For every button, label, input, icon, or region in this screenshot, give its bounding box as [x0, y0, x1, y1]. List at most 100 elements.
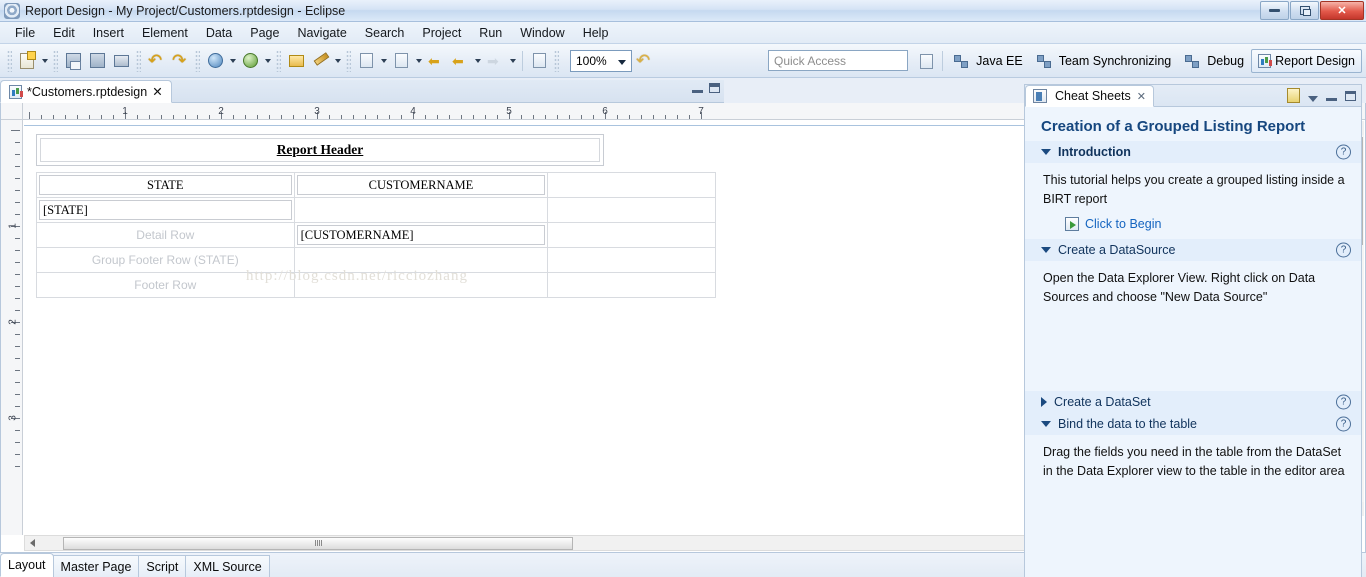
save-all-icon[interactable] — [86, 50, 108, 72]
print-icon[interactable] — [110, 50, 132, 72]
table-cell[interactable] — [547, 197, 716, 223]
open-resource-icon[interactable] — [285, 50, 307, 72]
menu-element[interactable]: Element — [133, 24, 197, 42]
preview-web-viewer-icon[interactable] — [204, 50, 226, 72]
table-cell[interactable] — [547, 247, 716, 273]
close-button[interactable]: ✕ — [1320, 1, 1364, 20]
minimize-button[interactable] — [1260, 1, 1289, 20]
highlight-dropdown-icon[interactable] — [332, 50, 343, 72]
menu-run[interactable]: Run — [470, 24, 511, 42]
cheat-sheet-section-introduction[interactable]: Introduction? — [1025, 141, 1361, 163]
new-report-dropdown-icon[interactable] — [378, 50, 389, 72]
cheat-sheet-section-create-a-dataset[interactable]: Create a DataSet? — [1025, 391, 1361, 413]
back-icon[interactable] — [425, 50, 447, 72]
toolbar-grip[interactable] — [195, 49, 200, 72]
open-perspective-icon[interactable] — [915, 50, 937, 72]
menu-navigate[interactable]: Navigate — [288, 24, 355, 42]
help-icon[interactable]: ? — [1336, 394, 1351, 410]
toolbar-grip[interactable] — [7, 49, 12, 72]
edit-highlight-icon[interactable] — [309, 50, 331, 72]
toolbar-grip[interactable] — [136, 49, 141, 72]
scrollbar-thumb[interactable] — [63, 536, 573, 550]
chevron-right-icon[interactable] — [1041, 397, 1047, 407]
menu-help[interactable]: Help — [574, 24, 618, 42]
preview-dropdown-icon[interactable] — [227, 50, 238, 72]
menu-project[interactable]: Project — [413, 24, 470, 42]
report-table[interactable]: STATE CUSTOMERNAME [STATE] Detail Row [C… — [36, 172, 716, 298]
save-icon[interactable] — [62, 50, 84, 72]
report-header-cell[interactable]: Report Header — [36, 134, 604, 166]
table-cell[interactable]: [CUSTOMERNAME] — [296, 225, 546, 245]
redo-icon[interactable] — [169, 50, 191, 72]
maximize-editor-icon[interactable] — [709, 83, 720, 93]
menu-insert[interactable]: Insert — [84, 24, 133, 42]
chevron-down-icon[interactable] — [1041, 247, 1051, 253]
cheat-sheets-body[interactable]: Creation of a Grouped Listing Report Int… — [1025, 108, 1361, 577]
perspective-debug[interactable]: Debug — [1178, 49, 1251, 73]
scroll-left-icon[interactable] — [25, 536, 39, 550]
tab-customers-rptdesign[interactable]: *Customers.rptdesign ✕ — [0, 80, 172, 103]
table-row[interactable]: STATE CUSTOMERNAME — [36, 172, 716, 198]
cheat-sheet-section-create-a-datasource[interactable]: Create a DataSource? — [1025, 239, 1361, 261]
new-editor-icon[interactable] — [528, 50, 550, 72]
table-row[interactable]: [STATE] — [36, 197, 716, 223]
table-cell[interactable] — [293, 197, 549, 223]
forward-dropdown-icon[interactable] — [507, 50, 518, 72]
click-to-begin-link[interactable]: Click to Begin — [1085, 217, 1161, 231]
close-icon[interactable]: ✕ — [1137, 90, 1146, 103]
backward-history-icon[interactable] — [449, 50, 471, 72]
run-report-icon[interactable] — [239, 50, 261, 72]
run-dropdown-icon[interactable] — [262, 50, 273, 72]
undo-icon[interactable] — [145, 50, 167, 72]
help-icon[interactable]: ? — [1336, 416, 1351, 432]
toolbar-grip[interactable] — [554, 49, 559, 72]
minimize-editor-icon[interactable] — [692, 90, 703, 93]
table-row[interactable]: Detail Row [CUSTOMERNAME] — [36, 222, 716, 248]
zoom-combo[interactable]: 100% — [570, 49, 632, 72]
vertical-ruler[interactable]: 1 2 3 — [1, 120, 23, 535]
chevron-down-icon[interactable] — [1041, 149, 1051, 155]
menu-search[interactable]: Search — [356, 24, 414, 42]
perspective-report-design[interactable]: Report Design — [1251, 49, 1362, 73]
menu-file[interactable]: File — [6, 24, 44, 42]
backward-dropdown-icon[interactable] — [472, 50, 483, 72]
quick-access-input[interactable]: Quick Access — [768, 50, 908, 71]
view-menu-icon[interactable] — [1308, 95, 1318, 102]
toolbar-grip[interactable] — [276, 49, 281, 72]
menu-window[interactable]: Window — [511, 24, 573, 42]
new-report-icon[interactable] — [355, 50, 377, 72]
cheat-sheet-section-bind-the-data-to-the-table[interactable]: Bind the data to the table? — [1025, 413, 1361, 435]
tab-master-page[interactable]: Master Page — [52, 555, 140, 577]
choose-cheat-sheet-icon[interactable] — [1287, 88, 1300, 103]
table-cell[interactable] — [293, 272, 549, 298]
new-wizard-icon[interactable] — [16, 50, 38, 72]
table-row[interactable]: Group Footer Row (STATE) — [36, 247, 716, 273]
restore-button[interactable] — [1290, 1, 1319, 20]
menu-page[interactable]: Page — [241, 24, 288, 42]
help-icon[interactable]: ? — [1336, 144, 1351, 160]
close-icon[interactable]: ✕ — [152, 84, 162, 99]
table-cell[interactable] — [293, 247, 549, 273]
new-wizard-dropdown-icon[interactable] — [39, 50, 50, 72]
new-template-dropdown-icon[interactable] — [413, 50, 424, 72]
forward-history-icon[interactable] — [484, 50, 506, 72]
table-cell[interactable]: [STATE] — [39, 200, 292, 220]
help-icon[interactable]: ? — [1336, 242, 1351, 258]
chevron-down-icon[interactable] — [1041, 421, 1051, 427]
tab-cheat-sheets[interactable]: Cheat Sheets ✕ — [1025, 85, 1154, 107]
table-cell[interactable]: STATE — [39, 175, 292, 195]
tab-script[interactable]: Script — [138, 555, 187, 577]
maximize-view-icon[interactable] — [1345, 90, 1356, 101]
menu-edit[interactable]: Edit — [44, 24, 84, 42]
table-row[interactable]: Footer Row — [36, 272, 716, 298]
perspective-java-ee[interactable]: Java EE — [947, 49, 1030, 73]
new-template-icon[interactable] — [390, 50, 412, 72]
minimize-view-icon[interactable] — [1326, 97, 1337, 101]
table-cell[interactable]: CUSTOMERNAME — [296, 175, 546, 195]
tab-layout[interactable]: Layout — [0, 553, 54, 577]
perspective-team-synchronizing[interactable]: Team Synchronizing — [1030, 49, 1179, 73]
table-cell[interactable] — [547, 172, 716, 198]
menu-data[interactable]: Data — [197, 24, 241, 42]
toolbar-grip[interactable] — [53, 49, 58, 72]
toolbar-grip[interactable] — [346, 49, 351, 72]
